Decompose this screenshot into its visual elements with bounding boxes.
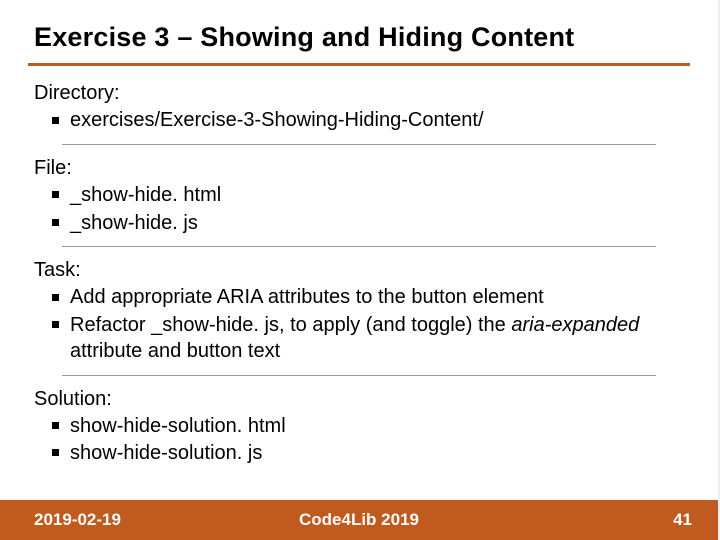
list-item: _show-hide. js: [52, 210, 684, 236]
bullet-list: show-hide-solution. html show-hide-solut…: [34, 413, 684, 467]
slide-title: Exercise 3 – Showing and Hiding Content: [0, 0, 718, 59]
section-divider: [62, 144, 656, 145]
slide-body: Directory: exercises/Exercise-3-Showing-…: [0, 66, 718, 467]
section-divider: [62, 375, 656, 376]
slide-footer: 2019-02-19 Code4Lib 2019 41: [0, 500, 718, 540]
section-task: Task: Add appropriate ARIA attributes to…: [34, 257, 684, 365]
list-item: show-hide-solution. html: [52, 413, 684, 439]
bullet-list: _show-hide. html _show-hide. js: [34, 182, 684, 236]
list-item: _show-hide. html: [52, 182, 684, 208]
italic-text: aria-expanded: [511, 314, 639, 336]
section-label: Solution:: [34, 386, 684, 412]
list-item: Add appropriate ARIA attributes to the b…: [52, 284, 684, 310]
list-item: show-hide-solution. js: [52, 440, 684, 466]
slide: Exercise 3 – Showing and Hiding Content …: [0, 0, 720, 540]
text: attribute and button text: [70, 340, 280, 362]
list-item: Refactor _show-hide. js, to apply (and t…: [52, 312, 684, 365]
footer-page-number: 41: [673, 510, 692, 530]
section-solution: Solution: show-hide-solution. html show-…: [34, 386, 684, 467]
text: Refactor _show-hide. js, to apply (and t…: [70, 314, 511, 336]
bullet-list: exercises/Exercise-3-Showing-Hiding-Cont…: [34, 107, 684, 133]
section-label: Task:: [34, 257, 684, 283]
section-label: File:: [34, 155, 684, 181]
section-divider: [62, 246, 656, 247]
list-item: exercises/Exercise-3-Showing-Hiding-Cont…: [52, 107, 684, 133]
section-label: Directory:: [34, 80, 684, 106]
section-file: File: _show-hide. html _show-hide. js: [34, 155, 684, 236]
section-directory: Directory: exercises/Exercise-3-Showing-…: [34, 80, 684, 134]
bullet-list: Add appropriate ARIA attributes to the b…: [34, 284, 684, 364]
footer-title: Code4Lib 2019: [299, 510, 419, 530]
footer-date: 2019-02-19: [34, 510, 121, 530]
